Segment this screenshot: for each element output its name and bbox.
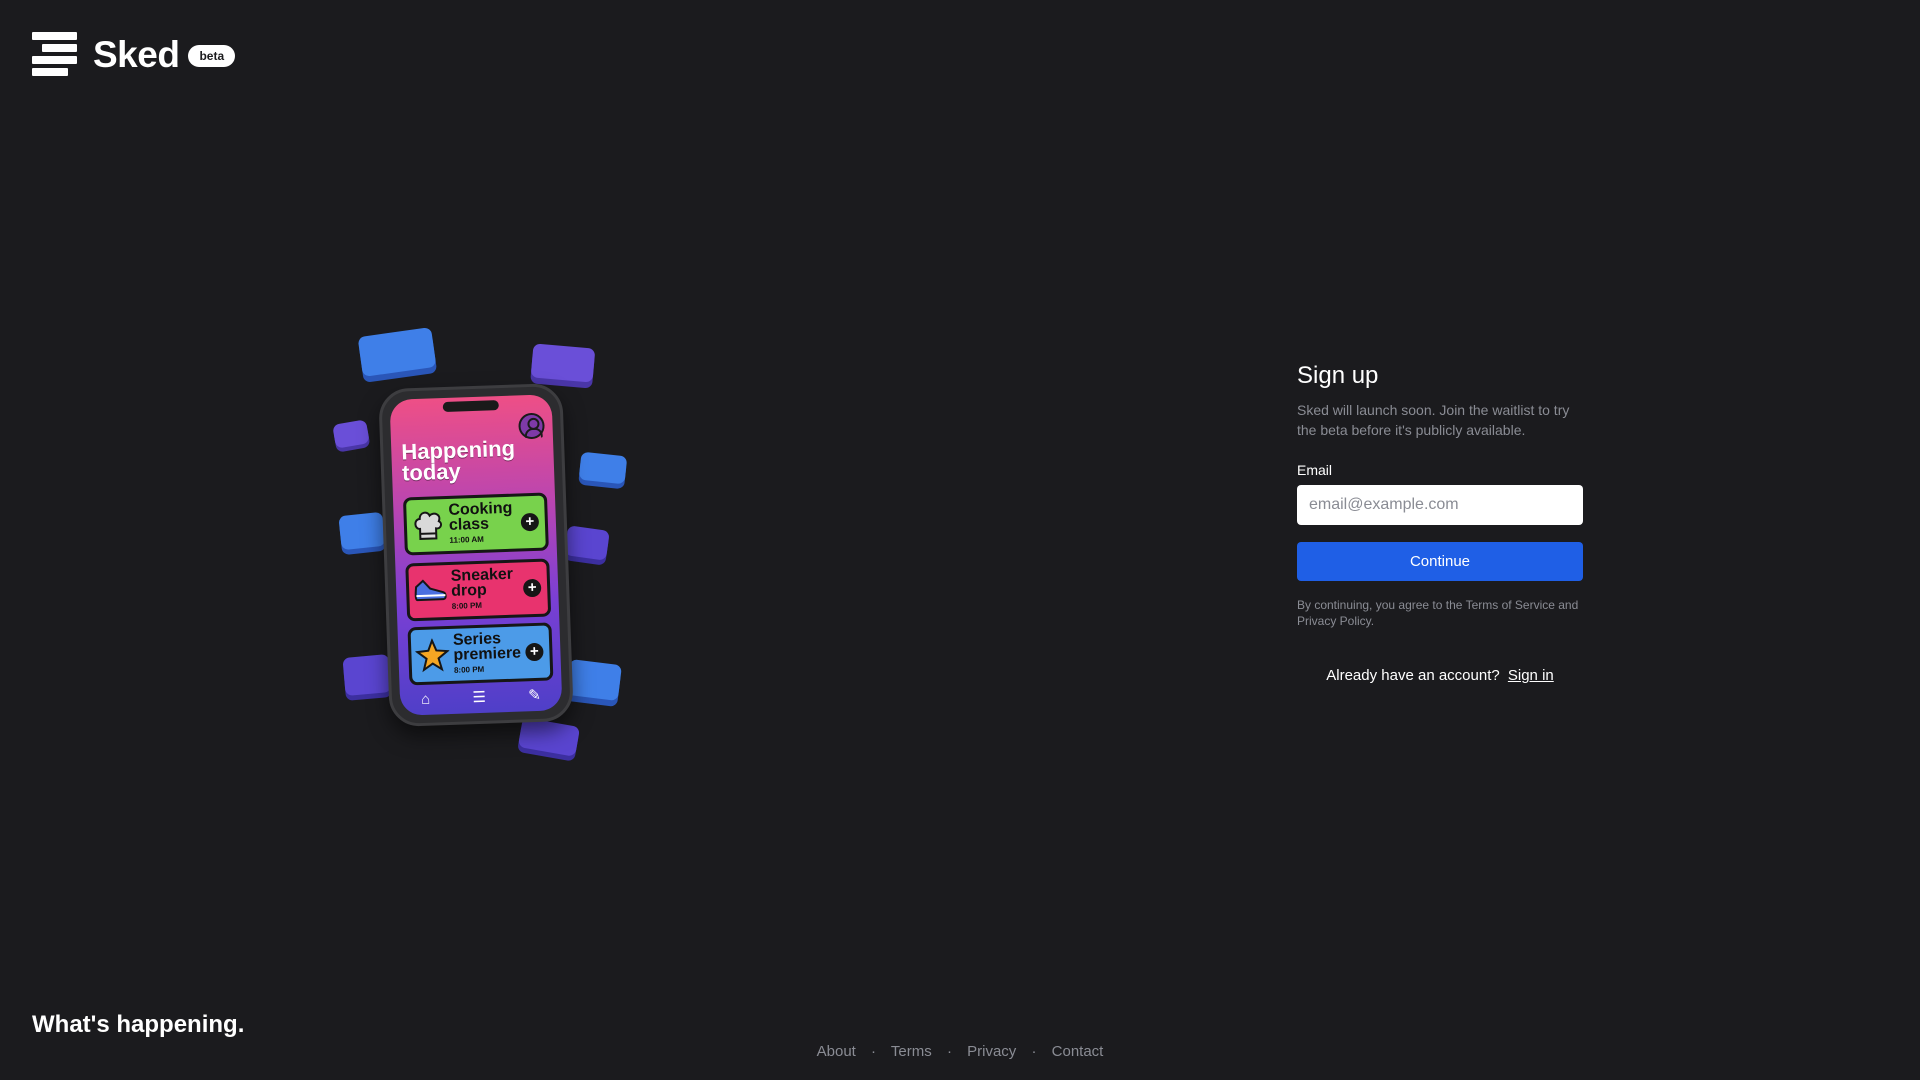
phone-screen: Happening today Cooking class 11:00 AM + <box>389 394 563 716</box>
event-time: 8:00 PM <box>453 664 485 675</box>
floating-block <box>566 658 622 702</box>
event-card: Series premiere 8:00 PM + <box>407 622 554 686</box>
chef-hat-icon <box>410 508 445 543</box>
footer-separator: · <box>946 1043 952 1060</box>
footer-link-privacy[interactable]: Privacy <box>967 1043 1016 1060</box>
floating-block <box>517 717 581 757</box>
floating-block <box>357 327 437 377</box>
event-time: 8:00 PM <box>451 600 483 611</box>
floating-block <box>338 511 386 551</box>
footer-nav: About · Terms · Privacy · Contact <box>0 1043 1920 1060</box>
event-time: 11:00 AM <box>449 534 484 545</box>
floating-block <box>332 419 370 449</box>
event-card: Sneaker drop 8:00 PM + <box>405 558 552 622</box>
email-label: Email <box>1297 462 1333 478</box>
avatar-icon <box>518 412 545 440</box>
legal-text: By continuing, you agree to the Terms of… <box>1297 598 1579 628</box>
page: Sked beta Happening today Cooking class … <box>0 0 1920 1080</box>
footer-separator: · <box>871 1043 877 1060</box>
beta-badge: beta <box>188 44 236 67</box>
continue-button[interactable]: Continue <box>1297 542 1583 581</box>
footer-separator: · <box>1031 1043 1037 1060</box>
home-icon: ⌂ <box>420 690 431 708</box>
floating-block <box>564 525 610 561</box>
sked-logo-icon <box>32 32 77 77</box>
screen-title: Happening today <box>400 435 516 486</box>
signup-panel: Sign up Sked will launch soon. Join the … <box>1297 362 1583 684</box>
event-card: Cooking class 11:00 AM + <box>402 492 549 556</box>
signin-prompt: Already have an account? <box>1326 667 1500 684</box>
sneaker-icon <box>413 574 448 609</box>
phone-illustration: Happening today Cooking class 11:00 AM + <box>326 326 636 766</box>
signup-title: Sign up <box>1297 362 1379 389</box>
footer-link-terms[interactable]: Terms <box>891 1043 932 1060</box>
star-icon <box>414 637 450 673</box>
email-field[interactable] <box>1297 485 1583 525</box>
footer-link-contact[interactable]: Contact <box>1052 1043 1104 1060</box>
phone-notch <box>442 400 499 413</box>
pencil-icon: ✎ <box>527 686 542 705</box>
floating-block <box>342 654 392 696</box>
phone-mockup: Happening today Cooking class 11:00 AM + <box>378 382 574 728</box>
signin-link[interactable]: Sign in <box>1508 667 1554 684</box>
logo[interactable]: Sked beta <box>32 32 236 77</box>
tagline: What's happening. <box>32 1011 245 1038</box>
floating-block <box>530 343 596 383</box>
list-icon: ☰ <box>472 688 487 707</box>
floating-block <box>578 451 628 485</box>
signin-row: Already have an account? Sign in <box>1297 667 1583 684</box>
phone-nav-bar: ⌂ ☰ ✎ <box>400 684 563 710</box>
signup-subtitle: Sked will launch soon. Join the waitlist… <box>1297 402 1570 438</box>
footer-link-about[interactable]: About <box>817 1043 856 1060</box>
app-name: Sked <box>93 33 180 75</box>
